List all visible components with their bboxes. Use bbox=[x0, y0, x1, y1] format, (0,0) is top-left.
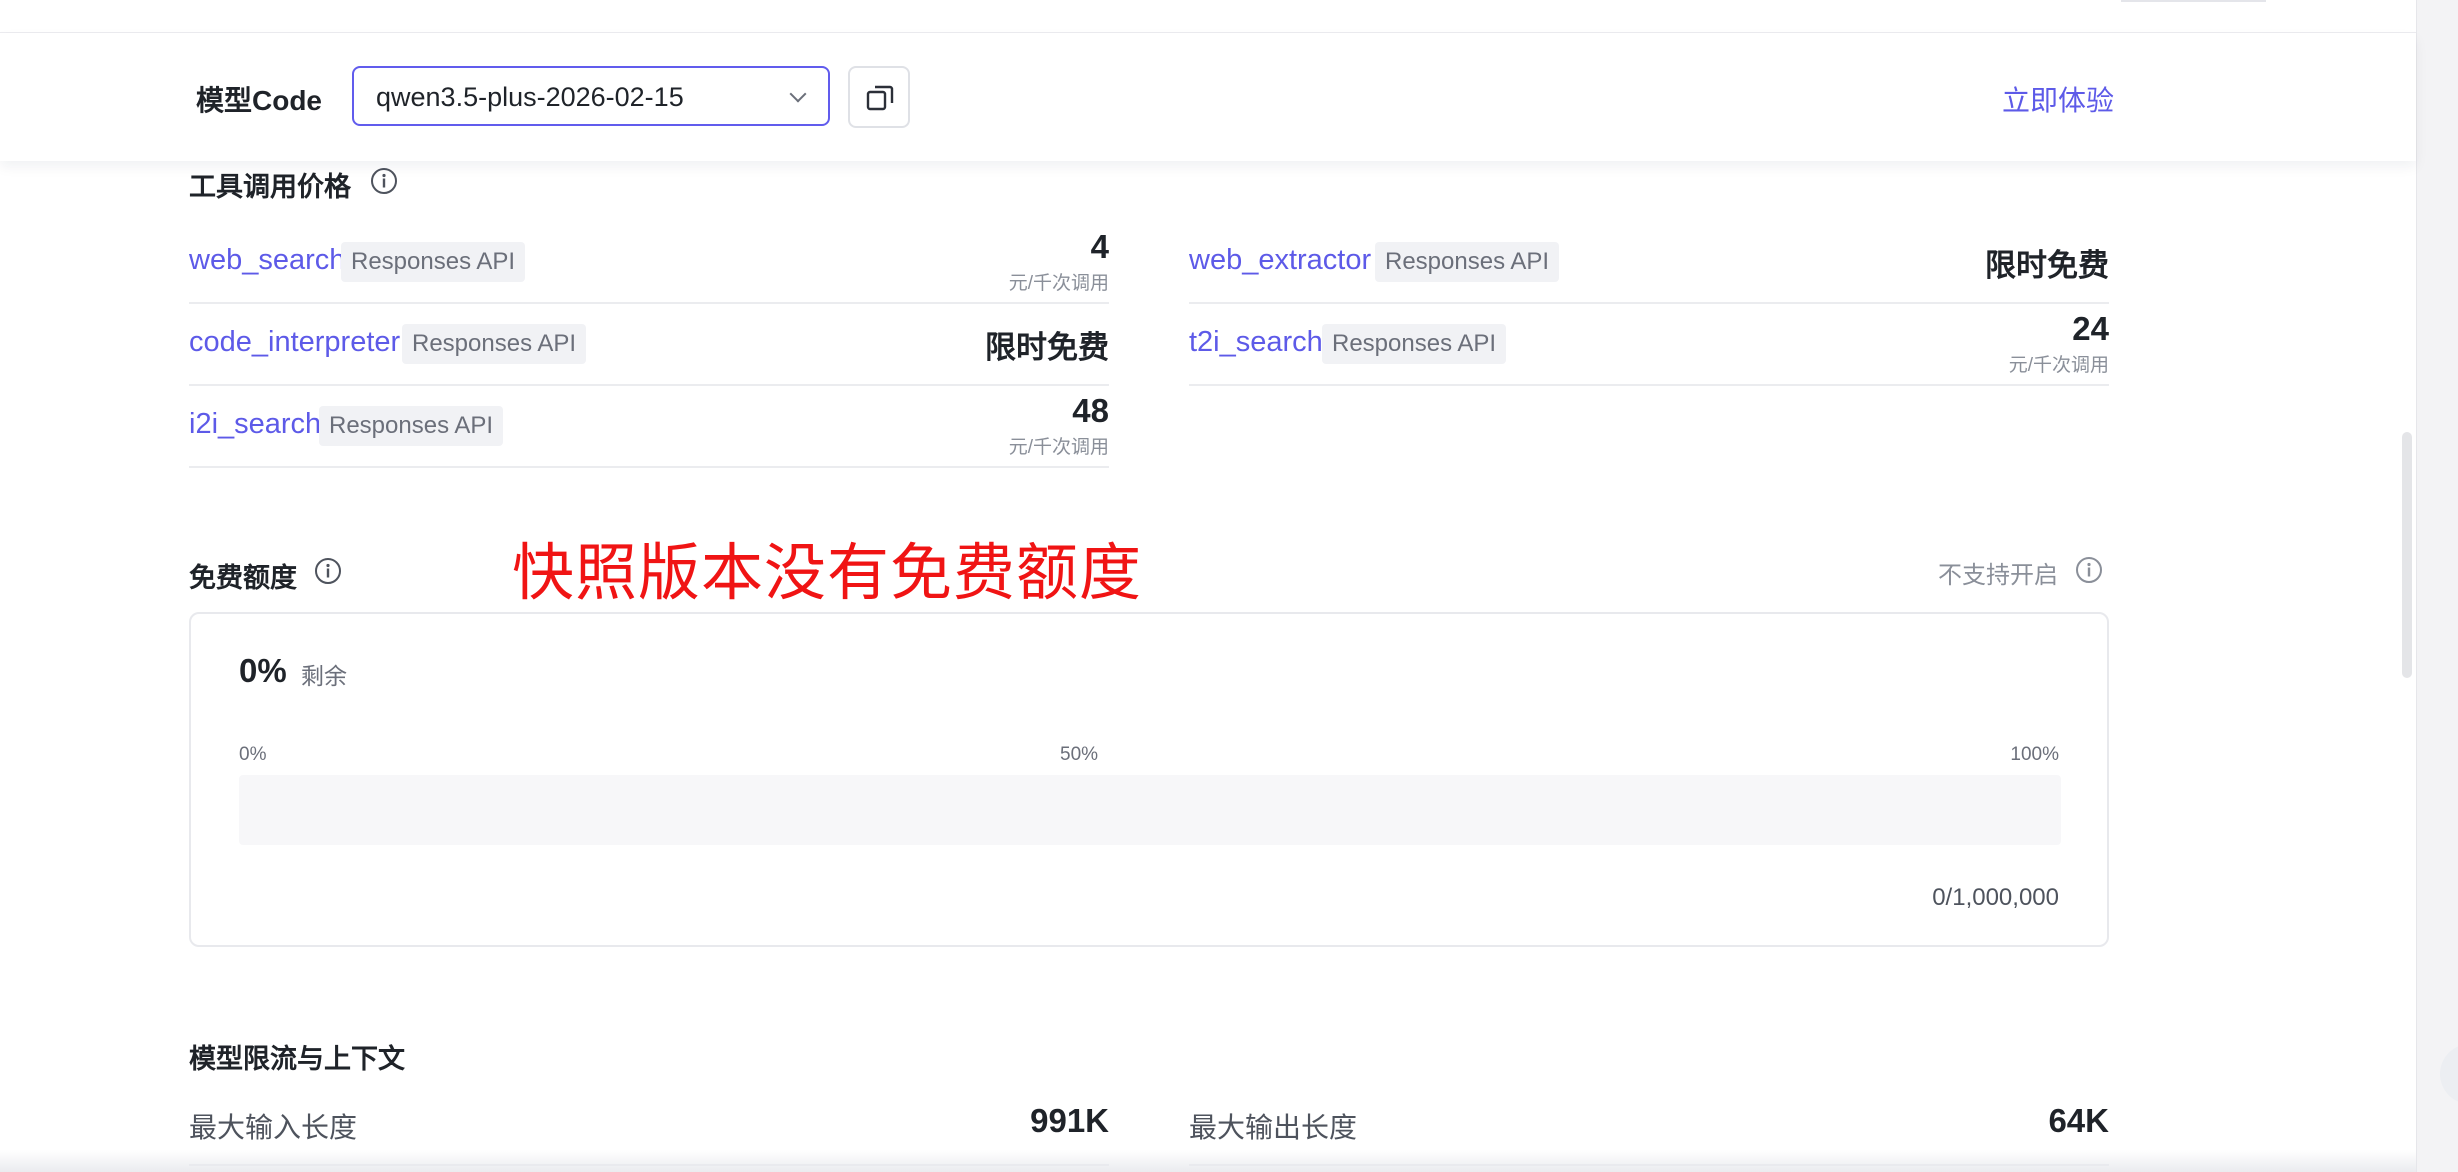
price-unit: 元/千次调用 bbox=[1008, 273, 1109, 294]
unsupported-label: 不支持开启 bbox=[1938, 562, 2058, 589]
limit-value: 991K bbox=[1030, 1102, 1109, 1139]
price-unit: 元/千次调用 bbox=[2008, 355, 2109, 376]
tool-name-link[interactable]: web_extractor bbox=[1189, 244, 1371, 277]
quota-percent: 0% bbox=[239, 652, 287, 689]
copy-button[interactable] bbox=[848, 66, 910, 128]
tool-name-link[interactable]: i2i_search bbox=[189, 408, 321, 441]
limit-value: 64K bbox=[2048, 1102, 2109, 1139]
bottom-fade bbox=[0, 1150, 2416, 1172]
page: 模型Code qwen3.5-plus-2026-02-15 立即体验 工具调用… bbox=[0, 0, 2458, 1172]
info-icon[interactable] bbox=[314, 557, 342, 585]
tool-price-row-t2i-search: t2i_search Responses API 24 元/千次调用 bbox=[1189, 304, 2109, 386]
tool-name-link[interactable]: t2i_search bbox=[1189, 326, 1323, 359]
free-quota-title: 免费额度 bbox=[189, 563, 297, 593]
price-value: 限时免费 bbox=[1985, 248, 2109, 283]
price-unit: 元/千次调用 bbox=[1008, 437, 1109, 458]
model-code-select[interactable]: qwen3.5-plus-2026-02-15 bbox=[352, 66, 830, 126]
model-code-label: 模型Code bbox=[196, 85, 323, 116]
try-now-link[interactable]: 立即体验 bbox=[2002, 79, 2114, 119]
chevron-down-icon bbox=[789, 85, 807, 103]
free-quota-card: 0% 剩余 0% 50% 100% 0/1,000,000 bbox=[189, 612, 2109, 947]
limit-label: 最大输入长度 bbox=[189, 1112, 358, 1143]
api-badge: Responses API bbox=[1375, 242, 1560, 282]
api-badge: Responses API bbox=[319, 406, 504, 446]
quota-usage: 0/1,000,000 bbox=[1932, 884, 2059, 911]
api-badge: Responses API bbox=[1322, 324, 1507, 364]
info-icon[interactable] bbox=[370, 167, 398, 195]
api-badge: Responses API bbox=[341, 242, 526, 282]
tool-pricing-title: 工具调用价格 bbox=[189, 172, 351, 202]
price-value: 4 bbox=[1090, 228, 1109, 265]
tool-price-row-web-search: web_search Responses API 4 元/千次调用 bbox=[189, 222, 1109, 304]
tool-price-row-code-interpreter: code_interpreter Responses API 限时免费 bbox=[189, 304, 1109, 386]
api-badge: Responses API bbox=[402, 324, 587, 364]
tool-price-row-i2i-search: i2i_search Responses API 48 元/千次调用 bbox=[189, 386, 1109, 468]
tab-indicator bbox=[2121, 0, 2266, 2]
tool-name-link[interactable]: code_interpreter bbox=[189, 326, 400, 359]
info-icon[interactable] bbox=[2075, 556, 2103, 584]
scale-label-max: 100% bbox=[2010, 744, 2059, 765]
limits-title: 模型限流与上下文 bbox=[189, 1044, 405, 1074]
quota-remaining-label: 剩余 bbox=[301, 663, 347, 689]
model-code-value: qwen3.5-plus-2026-02-15 bbox=[376, 82, 684, 112]
price-value: 24 bbox=[2072, 310, 2109, 347]
scrollbar-track[interactable] bbox=[2416, 0, 2458, 1172]
model-header: 模型Code qwen3.5-plus-2026-02-15 立即体验 bbox=[0, 33, 2416, 161]
copy-icon bbox=[866, 85, 894, 111]
quota-progress-bar bbox=[239, 775, 2061, 845]
annotation-text: 快照版本没有免费额度 bbox=[512, 539, 1143, 608]
top-strip bbox=[0, 0, 2416, 33]
scale-label-min: 0% bbox=[239, 744, 267, 765]
tool-price-row-web-extractor: web_extractor Responses API 限时免费 bbox=[1189, 222, 2109, 304]
scale-label-mid: 50% bbox=[1060, 744, 1099, 765]
tool-name-link[interactable]: web_search bbox=[189, 244, 345, 277]
limit-label: 最大输出长度 bbox=[1189, 1112, 1358, 1143]
price-value: 48 bbox=[1072, 392, 1109, 429]
scrollbar-thumb[interactable] bbox=[2402, 432, 2412, 678]
price-value: 限时免费 bbox=[985, 330, 1109, 365]
